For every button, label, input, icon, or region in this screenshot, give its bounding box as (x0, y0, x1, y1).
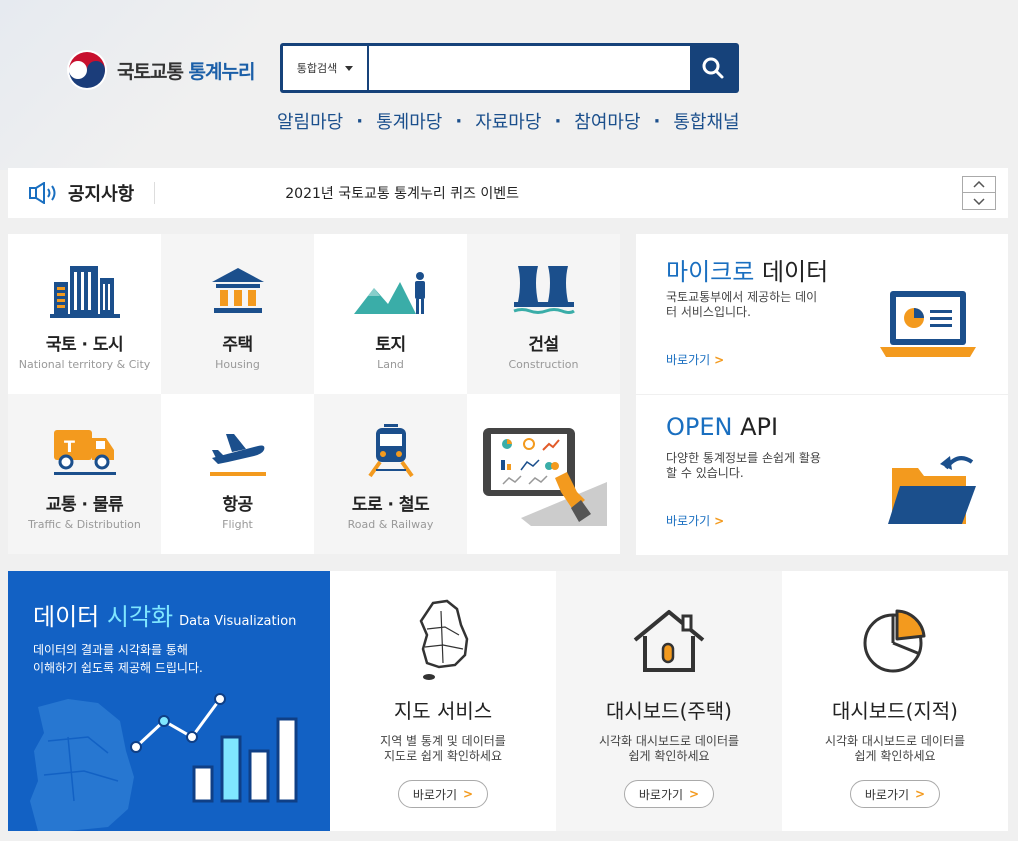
nav-item-channel[interactable]: 통합채널 (673, 108, 739, 134)
category-title: 건설 (528, 335, 559, 355)
site-logo[interactable]: 국토교통 통계누리 (65, 48, 256, 92)
chevron-down-icon (973, 197, 985, 205)
pie-chart-icon (863, 609, 926, 673)
category-subtitle: Road & Railway (347, 518, 434, 531)
housing-building-icon (211, 268, 264, 313)
map-service-card[interactable]: 지도 서비스 지역 별 통계 및 데이터를 지도로 쉽게 확인하세요 바로가기 > (330, 571, 556, 831)
notice-headline-link[interactable]: 2021년 국토교통 통계누리 퀴즈 이벤트 (285, 183, 519, 203)
category-flight[interactable]: 항공 Flight (161, 394, 314, 554)
caret-down-icon (345, 65, 354, 71)
nav-item-statistics[interactable]: 통계마당 (376, 108, 442, 134)
micro-data-panel[interactable]: 마이크로 데이터 국토교통부에서 제공하는 데이터 서비스입니다. 바로가기 > (636, 234, 1008, 394)
notice-bar: 공지사항 2021년 국토교통 통계누리 퀴즈 이벤트 (8, 168, 1008, 218)
construction-cooling-tower-icon (512, 266, 575, 314)
notice-prev-button[interactable] (962, 176, 996, 193)
logo-text-secondary: 통계누리 (188, 60, 256, 83)
category-land[interactable]: 토지 Land (314, 234, 467, 394)
laptop-chart-icon (880, 291, 976, 357)
service-description: 시각화 대시보드로 데이터를 쉽게 확인하세요 (824, 734, 966, 763)
category-grid: 국토 · 도시 National territory & City 주택 Hou… (8, 234, 620, 554)
category-subtitle: National territory & City (18, 358, 151, 371)
notice-pager (962, 176, 996, 210)
chevron-right-icon: > (463, 787, 474, 801)
divider (154, 182, 156, 204)
panel-description: 국토교통부에서 제공하는 데이터 서비스입니다. (666, 290, 818, 319)
service-title: 지도 서비스 (393, 699, 493, 723)
map-service-go-button[interactable]: 바로가기 > (398, 780, 488, 808)
land-mountain-icon (353, 272, 425, 314)
category-subtitle: Construction (508, 358, 579, 371)
category-road-railway[interactable]: 도로 · 철도 Road & Railway (314, 394, 467, 554)
chevron-right-icon: > (714, 514, 725, 528)
micro-data-link[interactable]: 바로가기 > (666, 351, 724, 368)
category-title: 국토 · 도시 (45, 335, 124, 355)
airplane-takeoff-icon (209, 434, 266, 476)
speaker-icon (29, 182, 56, 204)
cadastral-dashboard-go-button[interactable]: 바로가기 > (850, 780, 940, 808)
search-input[interactable] (369, 46, 690, 90)
service-description: 시각화 대시보드로 데이터를 쉽게 확인하세요 (598, 734, 740, 763)
panel-title: 마이크로 데이터 (666, 258, 829, 286)
search-scope-label: 통합검색 (296, 62, 338, 75)
category-national-territory[interactable]: 국토 · 도시 National territory & City (8, 234, 161, 394)
logo-text-primary: 국토교통 (117, 60, 184, 83)
house-icon (633, 610, 705, 672)
korea-map-icon (419, 599, 469, 680)
category-housing[interactable]: 주택 Housing (161, 234, 314, 394)
folder-upload-icon (888, 456, 976, 524)
category-traffic[interactable]: T 교통 · 물류 Traffic & Distribution (8, 394, 161, 554)
category-subtitle: Traffic & Distribution (28, 518, 141, 531)
taegeuk-logo-icon (67, 50, 107, 90)
notice-title: 공지사항 (68, 184, 135, 205)
main-nav: 알림마당 · 통계마당 · 자료마당 · 참여마당 · 통합채널 (277, 108, 740, 134)
panel-description: 다양한 통계정보를 손쉽게 활용 할 수 있습니다. (666, 451, 821, 480)
housing-dashboard-go-button[interactable]: 바로가기 > (624, 780, 714, 808)
category-title: 주택 (222, 335, 253, 355)
chevron-right-icon: > (689, 787, 700, 801)
truck-icon: T (53, 430, 116, 475)
service-title: 대시보드(주택) (605, 699, 732, 723)
nav-item-participation[interactable]: 참여마당 (574, 108, 640, 134)
search-button[interactable] (690, 46, 736, 90)
category-title: 도로 · 철도 (351, 495, 430, 515)
tablet-illustration (467, 394, 620, 554)
category-title: 교통 · 물류 (45, 495, 124, 515)
open-api-link[interactable]: 바로가기 > (666, 512, 724, 529)
search-bar: 통합검색 (280, 43, 739, 93)
panel-title: OPEN API (666, 413, 779, 441)
category-subtitle: Land (377, 358, 404, 371)
category-title: 항공 (222, 495, 253, 515)
category-subtitle: Housing (215, 358, 260, 371)
category-subtitle: Flight (222, 518, 253, 531)
chevron-right-icon: > (714, 353, 725, 367)
data-visualization-panel[interactable]: 데이터 시각화 Data Visualization 데이터의 결과를 시각화를 … (8, 571, 330, 831)
svg-text:T: T (64, 437, 75, 456)
open-api-panel[interactable]: OPEN API 다양한 통계정보를 손쉽게 활용 할 수 있습니다. 바로가기… (636, 395, 1008, 555)
housing-dashboard-card[interactable]: 대시보드(주택) 시각화 대시보드로 데이터를 쉽게 확인하세요 바로가기 > (556, 571, 782, 831)
cadastral-dashboard-card[interactable]: 대시보드(지적) 시각화 대시보드로 데이터를 쉽게 확인하세요 바로가기 > (782, 571, 1008, 831)
search-icon (702, 57, 724, 79)
service-description: 지역 별 통계 및 데이터를 지도로 쉽게 확인하세요 (380, 734, 506, 763)
service-title: 대시보드(지적) (831, 699, 958, 723)
chevron-up-icon (973, 181, 985, 188)
city-buildings-icon (49, 266, 120, 318)
category-title: 토지 (375, 335, 406, 355)
train-icon (367, 424, 414, 478)
korea-map-chart-illustration (30, 693, 298, 831)
notice-next-button[interactable] (962, 193, 996, 210)
search-scope-select[interactable]: 통합검색 (283, 46, 369, 90)
nav-item-notice[interactable]: 알림마당 (277, 108, 343, 134)
category-construction[interactable]: 건설 Construction (467, 234, 620, 394)
tablet-charts-icon (482, 428, 607, 526)
dataviz-title: 데이터 시각화 Data Visualization (33, 603, 297, 631)
dataviz-description: 데이터의 결과를 시각화를 통해 이해하기 쉽도록 제공해 드립니다. (33, 643, 203, 675)
chevron-right-icon: > (915, 787, 926, 801)
nav-item-resources[interactable]: 자료마당 (475, 108, 541, 134)
